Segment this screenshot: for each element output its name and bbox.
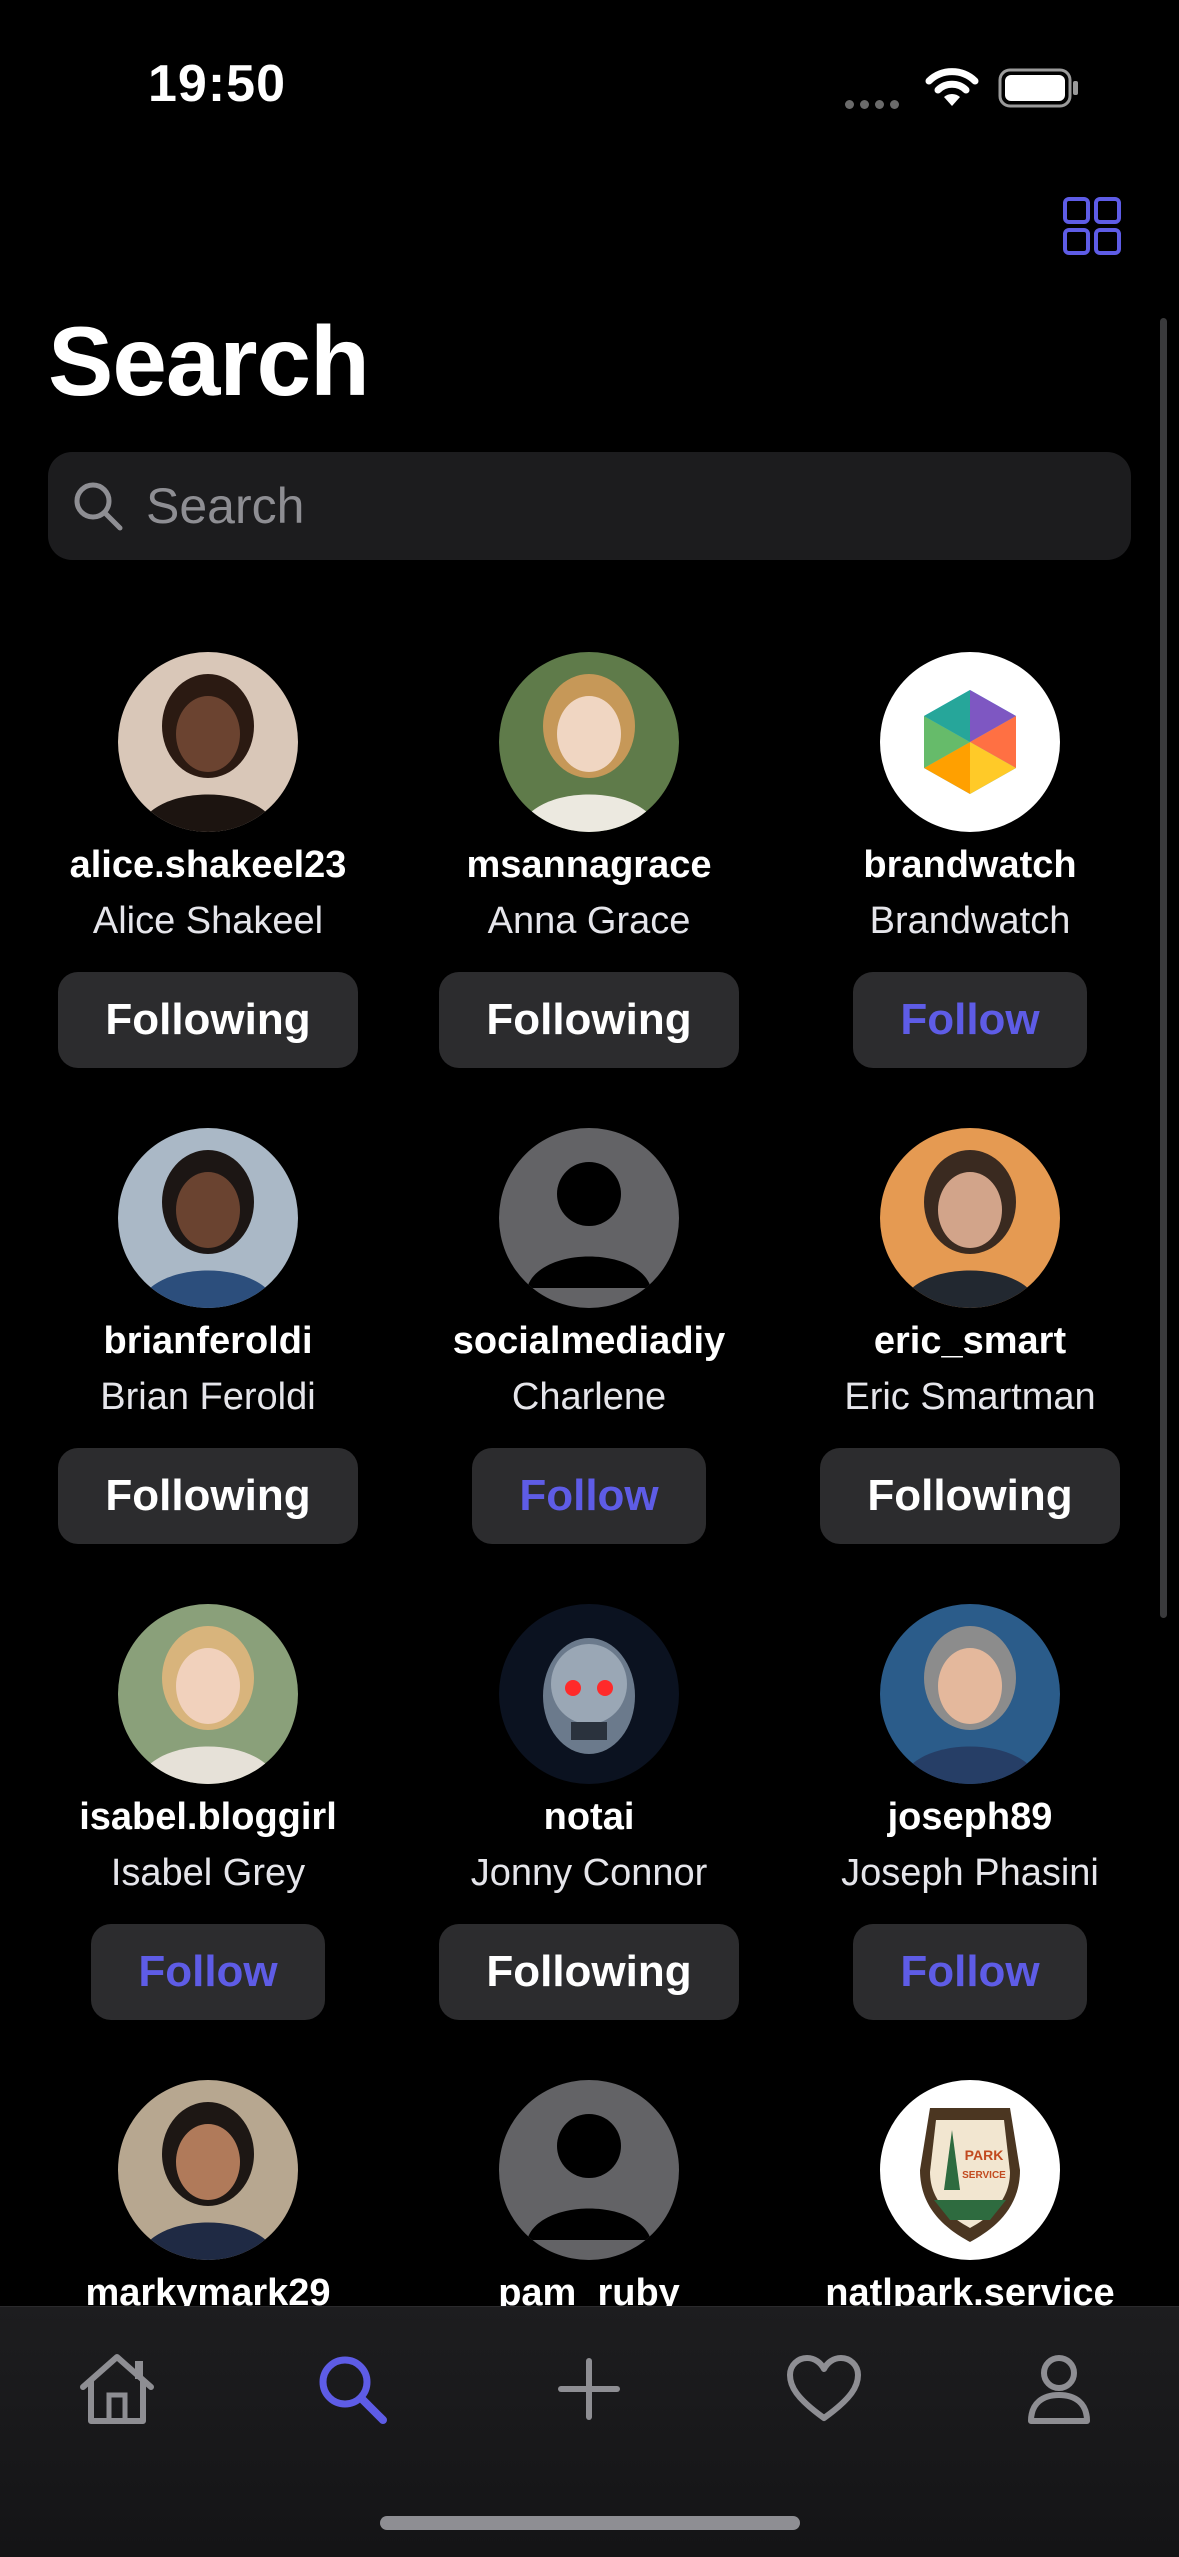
avatar[interactable]: [499, 652, 679, 832]
tab-home[interactable]: [57, 2329, 177, 2449]
home-indicator: [380, 2516, 800, 2530]
following-button[interactable]: Following: [58, 972, 358, 1068]
magnifier-icon: [319, 2356, 387, 2424]
avatar[interactable]: [118, 1604, 298, 1784]
username: natlpark.service: [825, 2272, 1115, 2310]
tab-activity[interactable]: [764, 2329, 884, 2449]
display-name: Joseph Phasini: [841, 1852, 1099, 1894]
display-name: Anna Grace: [487, 900, 691, 942]
username: joseph89: [887, 1796, 1053, 1838]
display-name: Eric Smartman: [844, 1376, 1096, 1418]
avatar[interactable]: [118, 652, 298, 832]
follow-button[interactable]: Follow: [853, 1924, 1087, 2020]
username: markymark29: [85, 2272, 331, 2310]
avatar[interactable]: [499, 1128, 679, 1308]
avatar[interactable]: [118, 2080, 298, 2260]
username: pam_ruby: [498, 2272, 680, 2310]
following-button[interactable]: Following: [439, 1924, 739, 2020]
heart-icon: [787, 2355, 861, 2421]
follow-button[interactable]: Follow: [91, 1924, 325, 2020]
display-name: Alice Shakeel: [92, 900, 324, 942]
follow-button[interactable]: Follow: [853, 972, 1087, 1068]
plus-icon: [558, 2358, 620, 2420]
username: alice.shakeel23: [69, 844, 347, 886]
username: msannagrace: [466, 844, 712, 886]
avatar[interactable]: [880, 652, 1060, 832]
username: brianferoldi: [103, 1320, 313, 1362]
display-name: Brandwatch: [869, 900, 1071, 942]
display-name: Isabel Grey: [110, 1852, 306, 1894]
follow-button[interactable]: Follow: [472, 1448, 706, 1544]
username: socialmediadiy: [452, 1320, 726, 1362]
username: isabel.bloggirl: [79, 1796, 337, 1838]
display-name: Brian Feroldi: [100, 1376, 316, 1418]
display-name: Charlene: [511, 1376, 667, 1418]
tab-search[interactable]: [292, 2329, 412, 2449]
svg-text:SERVICE: SERVICE: [962, 2170, 1006, 2181]
person-icon: [1028, 2355, 1090, 2424]
user-grid: alice.shakeel23 Alice Shakeel Following ms…: [0, 0, 1179, 2310]
avatar[interactable]: [499, 2080, 679, 2260]
avatar[interactable]: PARK SERVICE: [880, 2080, 1060, 2260]
avatar[interactable]: [499, 1604, 679, 1784]
avatar[interactable]: [118, 1128, 298, 1308]
following-button[interactable]: Following: [439, 972, 739, 1068]
username: brandwatch: [863, 844, 1077, 886]
display-name: Jonny Connor: [470, 1852, 708, 1894]
tab-create[interactable]: [529, 2329, 649, 2449]
avatar[interactable]: [880, 1604, 1060, 1784]
username: eric_smart: [873, 1320, 1067, 1362]
avatar[interactable]: [880, 1128, 1060, 1308]
following-button[interactable]: Following: [58, 1448, 358, 1544]
following-button[interactable]: Following: [820, 1448, 1120, 1544]
house-icon: [80, 2354, 154, 2424]
svg-text:PARK: PARK: [965, 2147, 1004, 2163]
tab-profile[interactable]: [999, 2329, 1119, 2449]
username: notai: [543, 1796, 635, 1838]
